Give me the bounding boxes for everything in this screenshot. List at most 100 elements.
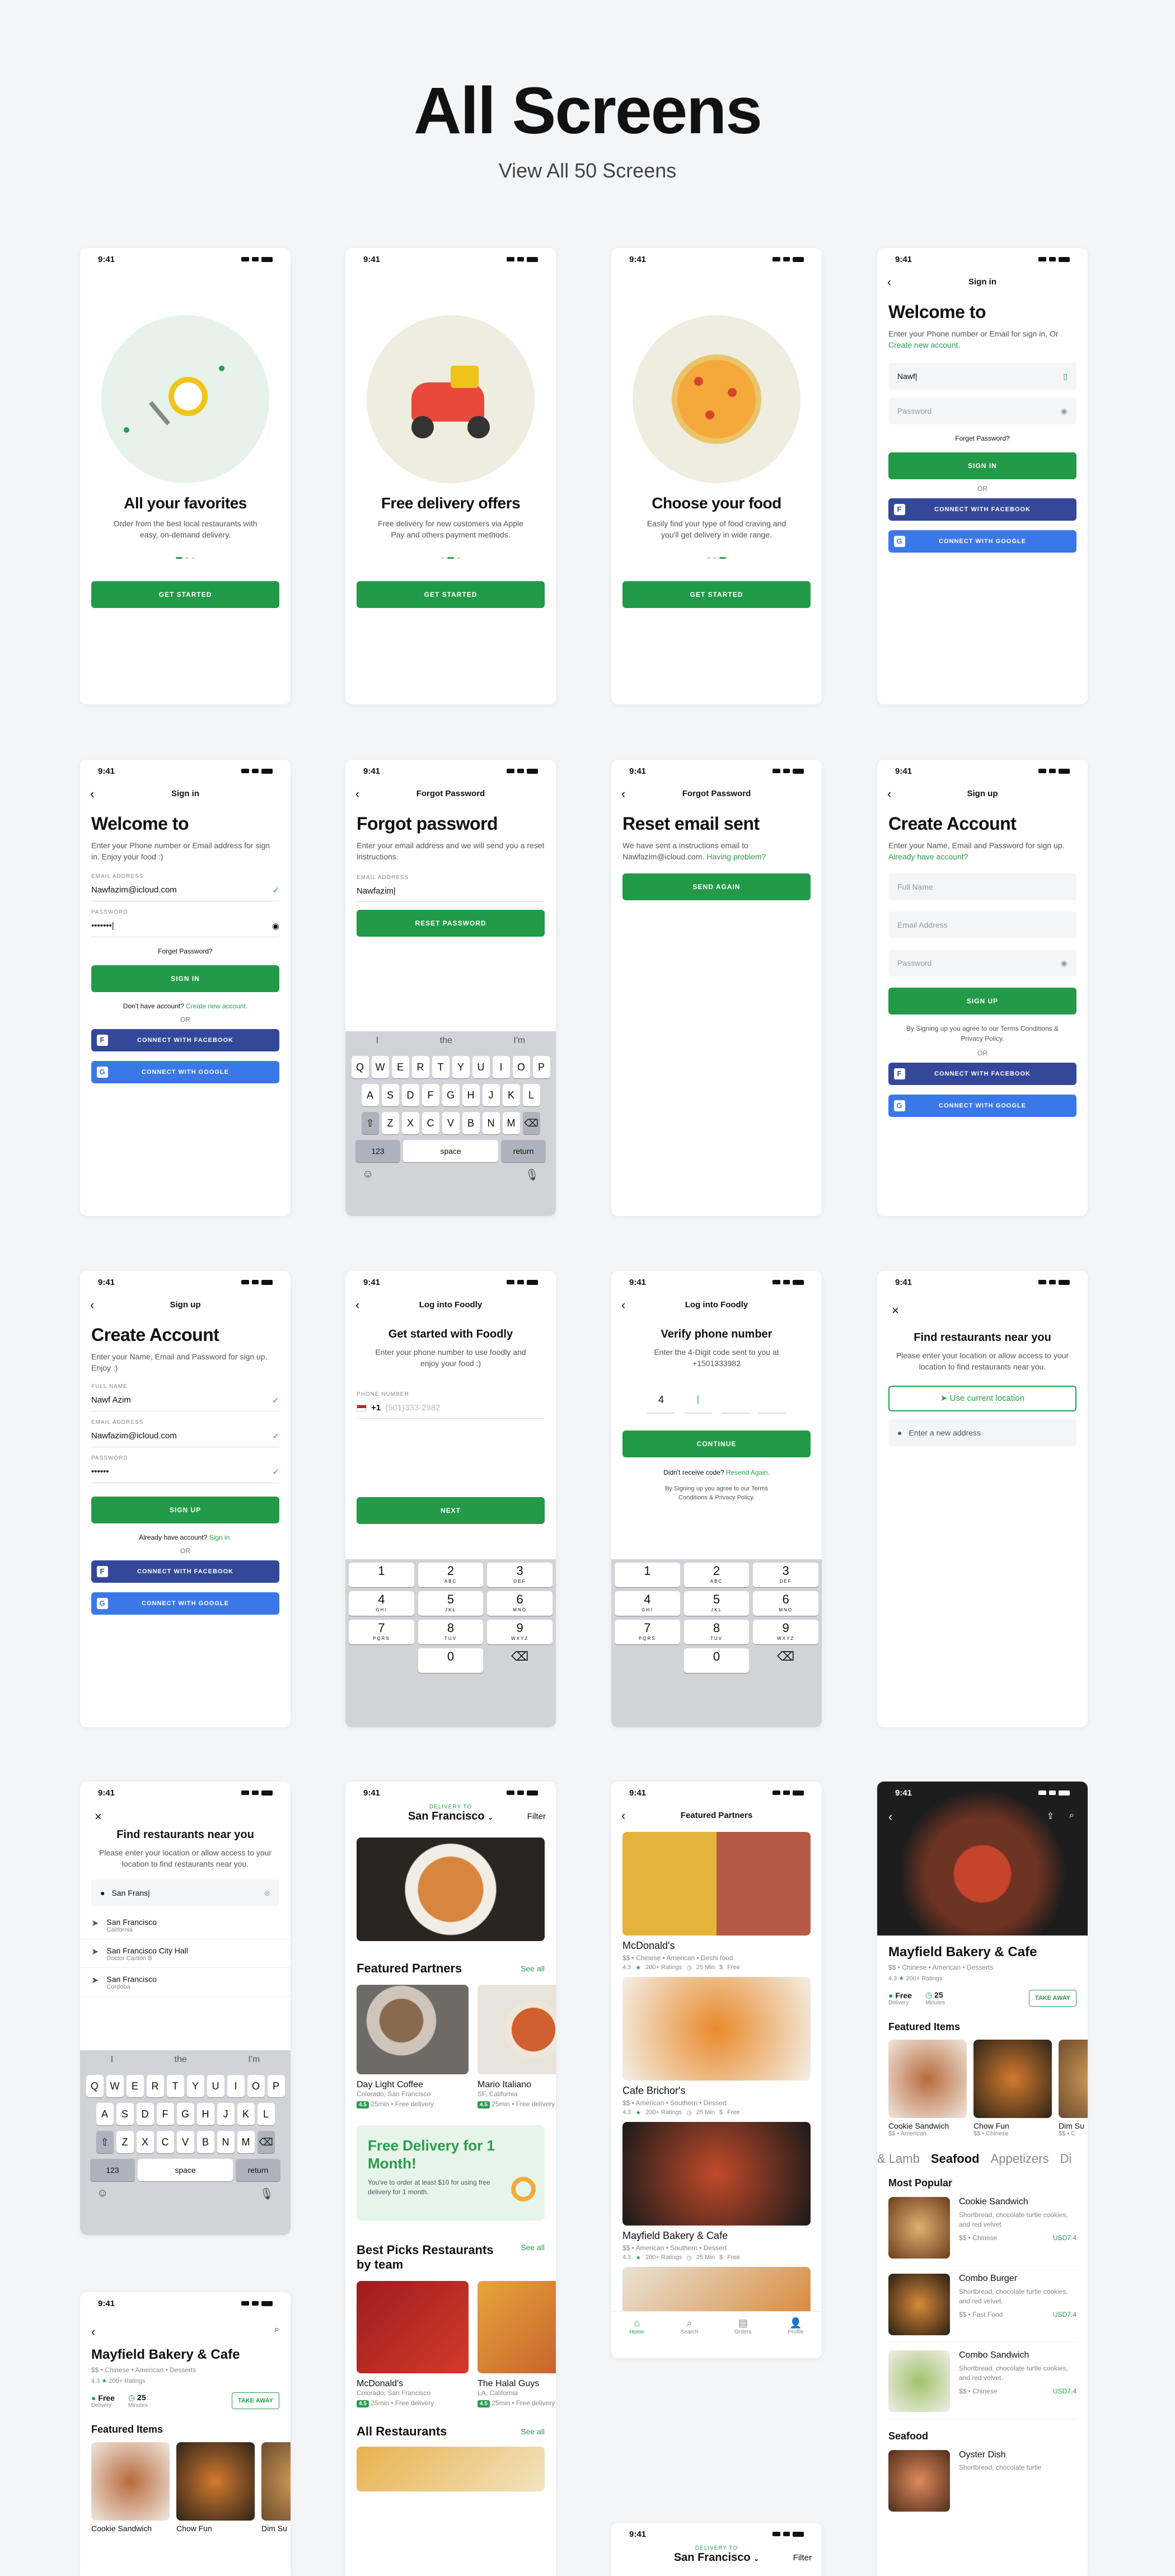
key[interactable]: S [381,1084,399,1106]
numpad-key[interactable]: 2 ABC [684,1563,750,1587]
back-icon[interactable]: ‹ [888,1810,892,1824]
sign-in-button[interactable]: SIGN IN [91,965,279,992]
backspace-key[interactable]: ⌫ [753,1648,818,1673]
email-field[interactable]: EMAIL ADDRESS Nawfazim| [357,875,545,902]
restaurant-image[interactable] [622,2267,811,2317]
next-button[interactable]: NEXT [357,1497,545,1524]
get-started-button[interactable]: GET STARTED [91,581,279,608]
key[interactable]: Y [186,2075,204,2097]
numpad-key[interactable]: 6 MNO [487,1591,553,1616]
eye-icon[interactable]: ◉ [272,921,279,931]
category-tab[interactable]: Appetizers [991,2152,1049,2166]
space-key[interactable]: space [138,2159,233,2181]
having-problem-link[interactable]: Having problem? [706,852,766,861]
see-all-link[interactable]: See all [521,2427,545,2436]
password-field[interactable]: Password ◉ [888,950,1076,976]
code-digit-4[interactable] [758,1386,786,1414]
sign-in-button[interactable]: SIGN IN [888,452,1076,479]
forgot-password-link[interactable]: Forget Password? [80,947,291,955]
google-button[interactable]: G CONNECT WITH GOOGLE [91,1592,279,1615]
key[interactable]: J [217,2103,235,2125]
mic-icon[interactable]: 🎙 [260,2187,274,2201]
key[interactable]: K [502,1084,520,1106]
key[interactable]: A [361,1084,379,1106]
take-away-button[interactable]: TAKE AWAY [231,2392,279,2409]
take-away-button[interactable]: TAKE AWAY [1028,1990,1076,2007]
shift-key[interactable]: ⇧ [361,1112,379,1134]
eye-icon[interactable]: ◉ [1061,406,1068,416]
back-icon[interactable]: ‹ [621,1808,625,1823]
facebook-button[interactable]: f CONNECT WITH FACEBOOK [91,1029,279,1051]
partner-card[interactable]: Day Light Coffee Colorado, San Francisco 4… [357,1985,469,2109]
sign-up-button[interactable]: SIGN UP [91,1497,279,1523]
key[interactable]: V [176,2131,194,2153]
clear-icon[interactable]: ⊗ [264,1888,270,1898]
key[interactable]: X [401,1112,419,1134]
back-icon[interactable]: ‹ [91,2325,95,2339]
key[interactable]: P [532,1056,550,1078]
eye-icon[interactable]: ◉ [1061,959,1068,968]
partner-card[interactable]: Cafe Brichor's $$ • American • Southern •… [622,1977,811,2116]
key[interactable]: C [422,1112,439,1134]
create-account-link[interactable]: Create new account. [888,340,960,349]
mic-icon[interactable]: 🎙 [525,1168,539,1182]
location-result[interactable]: ➤ San Francisco California [80,1911,291,1939]
menu-item[interactable]: Combo Burger Shortbread, chocolate turtle… [888,2274,1076,2343]
close-icon[interactable]: × [80,1804,291,1824]
filter-button[interactable]: Filter [793,2553,812,2563]
search-icon[interactable]: ⌕ [274,2325,279,2339]
category-tab[interactable]: & Lamb [877,2152,920,2166]
key[interactable]: O [247,2075,265,2097]
get-started-button[interactable]: GET STARTED [357,581,545,608]
numpad-key[interactable]: 9 WXYZ [753,1620,818,1644]
menu-item[interactable]: Oyster Dish Shortbread, chocolate turtle [888,2450,1076,2512]
featured-item[interactable]: Cookie Sandwich [91,2442,170,2533]
key[interactable]: T [432,1056,450,1078]
key[interactable]: U [207,2075,224,2097]
address-field[interactable]: ● Enter a new address [888,1419,1076,1446]
featured-item[interactable]: Chow Fun $$ • Chinese [973,2040,1052,2137]
facebook-button[interactable]: f CONNECT WITH FACEBOOK [888,498,1076,521]
close-icon[interactable]: × [877,1293,1088,1318]
numpad-key[interactable]: 5 JKL [684,1591,750,1616]
hero-banner[interactable] [357,1838,545,1941]
see-all-link[interactable]: See all [521,2243,545,2252]
full-name-field[interactable]: FULL NAME Nawf Azim ✓ [91,1383,279,1411]
password-field[interactable]: PASSWORD •••••• ✓ [91,1455,279,1483]
key[interactable]: R [411,1056,429,1078]
key[interactable]: Y [452,1056,470,1078]
numpad-key[interactable]: 7 PQRS [615,1620,680,1644]
key[interactable]: L [522,1084,540,1106]
numbers-key[interactable]: 123 [90,2159,135,2181]
key[interactable]: Q [86,2075,104,2097]
key[interactable]: K [237,2103,255,2125]
tab-profile[interactable]: 👤 Profile [788,2317,803,2358]
facebook-button[interactable]: f CONNECT WITH FACEBOOK [91,1560,279,1583]
key[interactable]: Z [381,1112,399,1134]
numpad-key[interactable]: 1 [349,1563,414,1587]
back-icon[interactable]: ‹ [355,1298,359,1312]
filter-button[interactable]: Filter [527,1812,546,1821]
back-icon[interactable]: ‹ [887,275,891,289]
key[interactable]: U [472,1056,490,1078]
numpad-key[interactable]: 8 TUV [684,1620,750,1644]
city-selector[interactable]: San Francisco ⌄ [345,1810,556,1823]
key[interactable]: V [442,1112,460,1134]
forgot-password-link[interactable]: Forget Password? [877,434,1088,442]
send-again-button[interactable]: SEND AGAIN [622,873,811,900]
numpad-key[interactable]: 5 JKL [418,1591,484,1616]
emoji-icon[interactable]: ☺ [97,2187,108,2201]
key[interactable]: F [156,2103,174,2125]
keyboard-suggestions[interactable]: Ithe I'm [80,2050,291,2069]
numpad-key[interactable]: 9 WXYZ [487,1620,553,1644]
location-result[interactable]: ➤ San Francisco Cordoba [80,1968,291,1997]
tab-search[interactable]: ⌕ Search [681,2317,699,2358]
key[interactable]: J [482,1084,500,1106]
restaurant-image[interactable] [357,2447,545,2491]
full-name-field[interactable]: Full Name [888,873,1076,900]
key[interactable]: X [136,2131,154,2153]
us-flag-icon[interactable] [357,1405,367,1411]
key[interactable]: N [482,1112,500,1134]
key[interactable]: W [106,2075,124,2097]
google-button[interactable]: G CONNECT WITH GOOGLE [888,530,1076,553]
